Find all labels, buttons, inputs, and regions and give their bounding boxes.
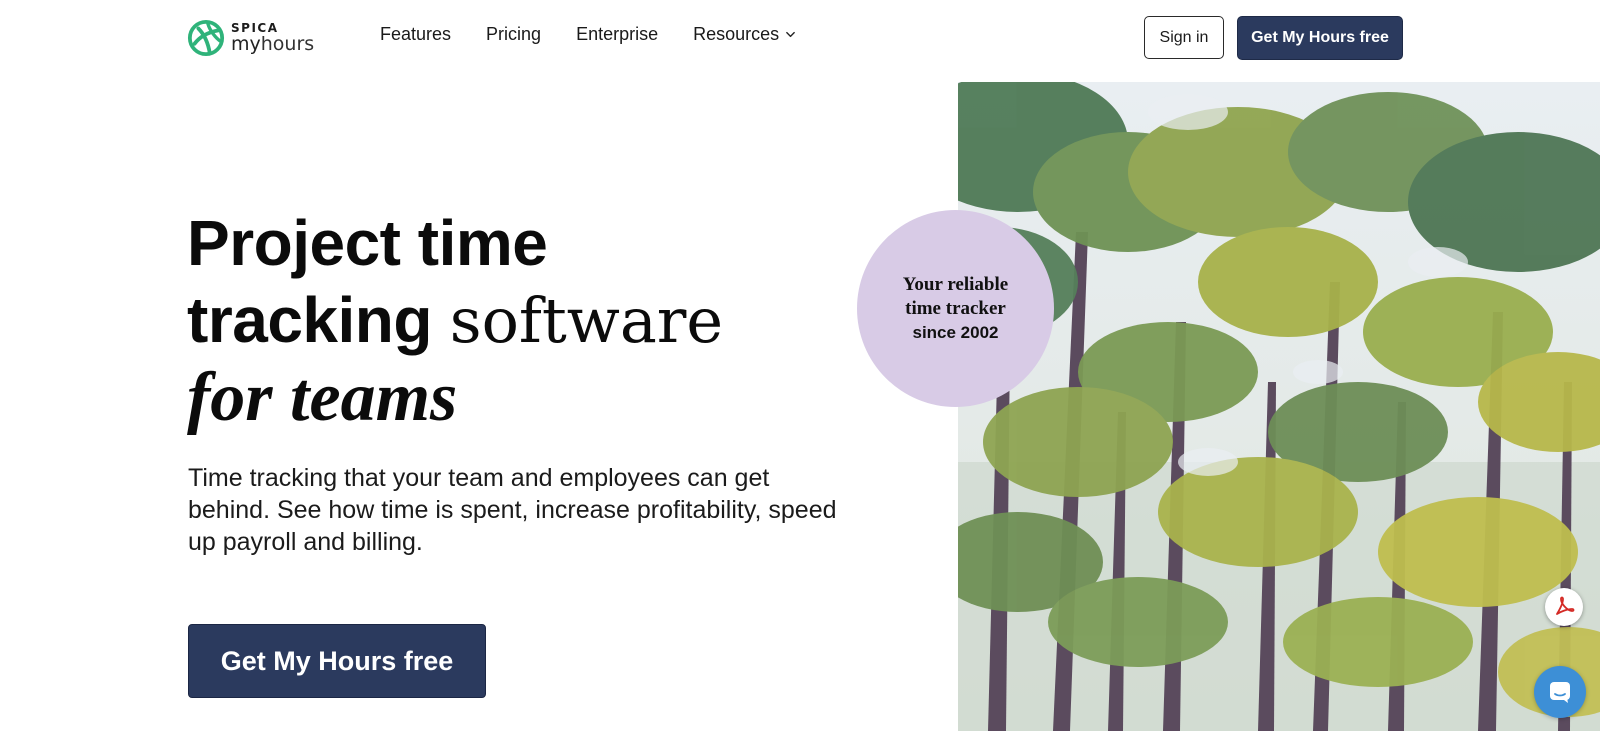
badge-line1: Your reliable: [902, 273, 1009, 295]
chat-bubble-icon: [1550, 682, 1570, 703]
badge-line2: time tracker: [905, 297, 1006, 319]
hero-title-line2-bold: tracking: [187, 284, 432, 356]
nav-resources[interactable]: Resources: [693, 24, 796, 45]
hero-forest-image: [958, 82, 1600, 731]
page: SPICA myhours Features Pricing Enterpris…: [0, 0, 1600, 731]
hero-title: Project time tracking software for teams: [187, 205, 887, 437]
header-get-started-button[interactable]: Get My Hours free: [1237, 16, 1403, 60]
nav-enterprise[interactable]: Enterprise: [576, 24, 658, 45]
logo-text: SPICA myhours: [231, 22, 314, 54]
hero-subtitle: Time tracking that your team and employe…: [188, 464, 837, 556]
since-2002-badge: Your reliable time tracker since 2002: [857, 210, 1054, 407]
adobe-pdf-icon: [1556, 596, 1575, 615]
sign-in-button[interactable]: Sign in: [1144, 16, 1224, 59]
logo-product-light: hours: [260, 33, 315, 55]
site-header: SPICA myhours Features Pricing Enterpris…: [0, 0, 1600, 76]
logo-product-bold: my: [231, 33, 261, 55]
nav-features[interactable]: Features: [380, 24, 451, 45]
adobe-pdf-button[interactable]: [1545, 588, 1583, 626]
nav-pricing[interactable]: Pricing: [486, 24, 541, 45]
logo-globe-icon: [187, 19, 225, 57]
forest-illustration: [958, 82, 1600, 731]
main-nav: Features Pricing Enterprise Resources: [380, 24, 831, 45]
chevron-down-icon: [786, 31, 796, 38]
badge-line3: since 2002: [912, 322, 999, 342]
chat-launcher-button[interactable]: [1534, 666, 1586, 718]
hero-title-line3-italic: for teams: [187, 359, 458, 436]
logo-product: myhours: [231, 35, 314, 54]
logo[interactable]: SPICA myhours: [187, 18, 314, 58]
hero-get-started-button[interactable]: Get My Hours free: [188, 624, 486, 698]
nav-resources-label: Resources: [693, 24, 780, 44]
hero-title-line1: Project time: [187, 207, 548, 279]
hero-title-line2-serif: software: [449, 284, 724, 357]
